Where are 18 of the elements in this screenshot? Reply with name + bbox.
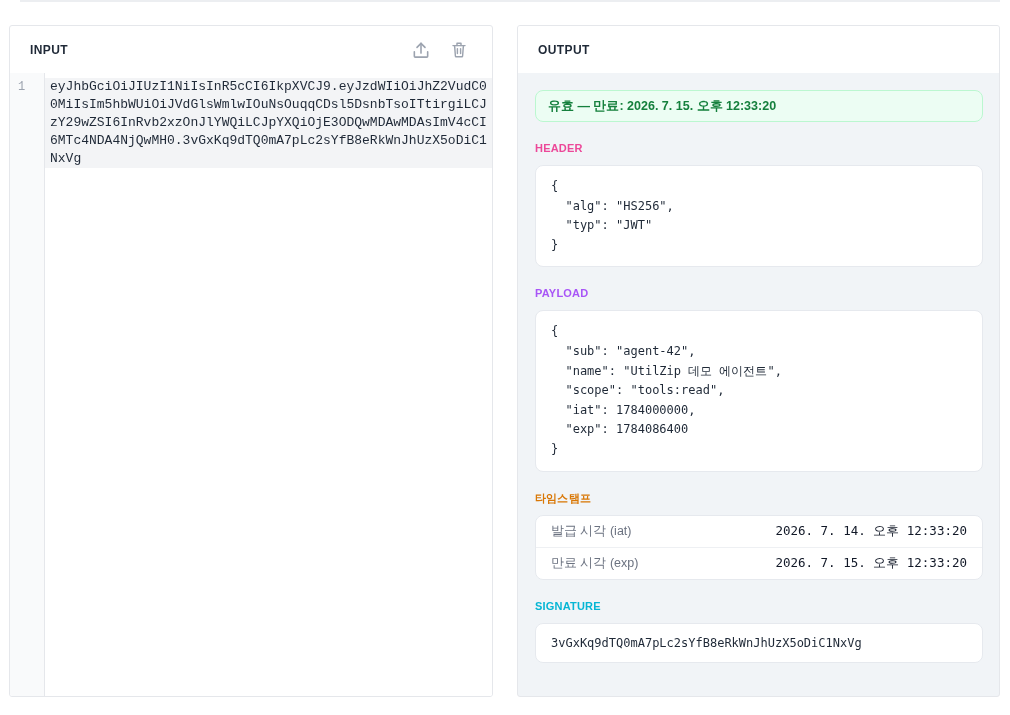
timestamp-label: 만료 시각 (exp): [551, 554, 639, 572]
section-title: 타임스탬프: [535, 490, 591, 505]
upload-icon: [413, 41, 429, 58]
trash-icon: [451, 41, 467, 58]
timestamp-label: 발급 시각 (iat): [551, 522, 632, 540]
panel-title: OUTPUT: [538, 42, 590, 57]
section-title: HEADER: [535, 141, 583, 155]
json-code-block: { "sub": "agent-42", "name": "UtilZip 데모 에이전트", "scope": "tools:read", "iat": 1784000000, "exp": 1784086400 }: [535, 310, 983, 472]
status-banner: 유효 — 만료: 2026. 7. 15. 오후 12:33:20: [535, 90, 983, 122]
timestamp-value: 2026. 7. 15. 오후 12:33:20: [775, 554, 967, 572]
panel-title: INPUT: [30, 42, 68, 57]
timestamp-value: 2026. 7. 14. 오후 12:33:20: [775, 522, 967, 540]
token-text: eyJhbGciOiJIUzI1NiIsInR5cCI6IkpXVCJ9.eyJzdWIiOiJhZ2VudC00MiIsIm5hbWUiOiJVdGlsWmlwIOuNsOuqqCDsl5DsnbTsoITtirgiLCJzY29wZSI6InRvb2xzOnJlYWQiLCJpYXQiOjE3ODQwMDAwMDAsImV4cCI6MTc4NDA4NjQwMH0.3vGxKq9dTQ0mA7pLc2sYfB8eRkWnJhUzX5oDiC1NxVg: [45, 78, 492, 168]
section-title: PAYLOAD: [535, 286, 589, 301]
section-title: SIGNATURE: [535, 598, 601, 613]
line-number: 1: [18, 79, 26, 96]
signature-block: 3vGxKq9dTQ0mA7pLc2sYfB8eRkWnJhUzX5oDiC1NxVg: [535, 622, 983, 663]
json-code-block: { "alg": "HS256", "typ": "JWT" }: [535, 165, 983, 268]
